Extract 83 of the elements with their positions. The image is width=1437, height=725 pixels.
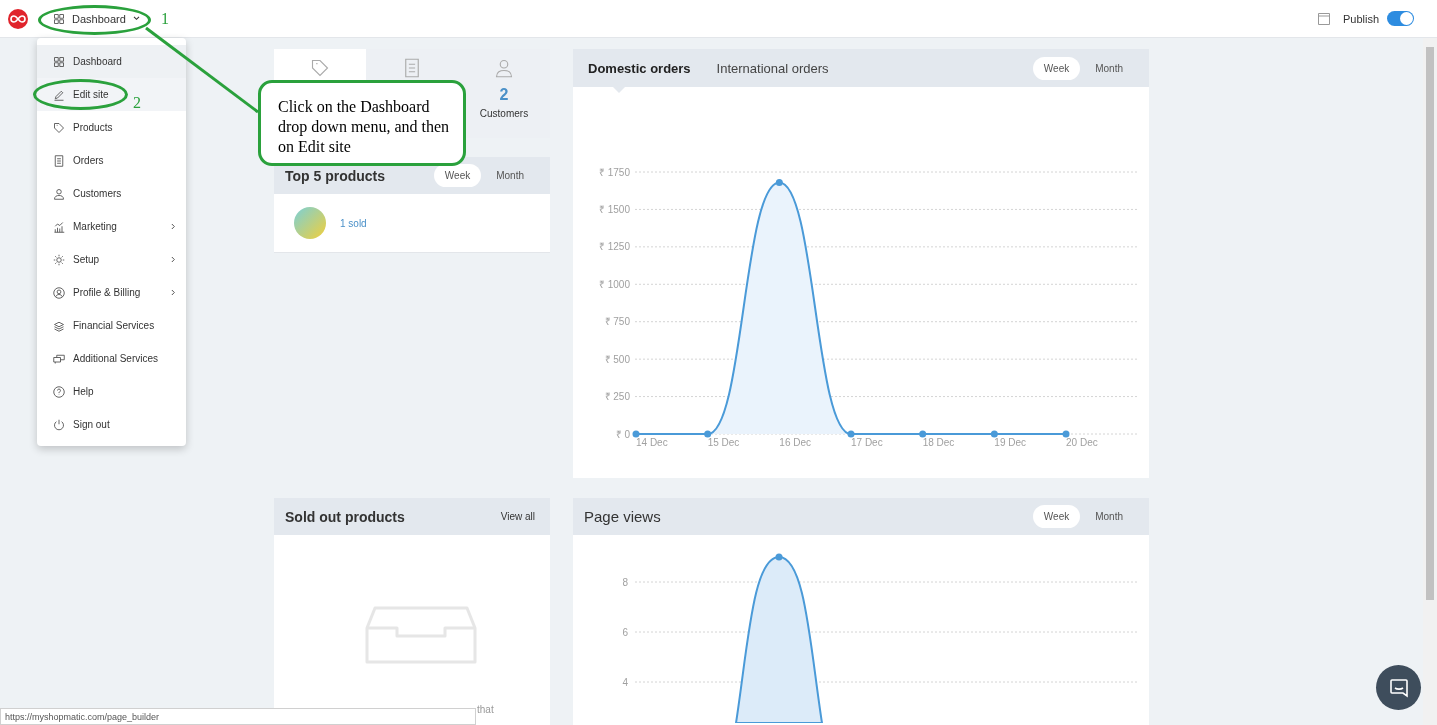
sold-link[interactable]: 1 sold xyxy=(340,217,367,229)
publish-label: Publish xyxy=(1342,12,1379,25)
menu-item[interactable]: Profile & Billing xyxy=(37,276,186,309)
menu-item[interactable]: Help xyxy=(37,375,186,408)
stat-label: Customers xyxy=(479,108,529,119)
status-url: https://myshopmatic.com/page_builder xyxy=(0,708,476,725)
chart-point xyxy=(847,430,855,438)
caret-icon xyxy=(132,16,140,21)
stack-icon xyxy=(53,319,65,332)
axis-label: 20 Dec xyxy=(1066,437,1098,448)
axis-label: 18 Dec xyxy=(922,437,955,448)
chat-icon xyxy=(1388,677,1409,698)
chat-button[interactable] xyxy=(1376,665,1421,710)
axis-label: ₹ 1000 xyxy=(598,278,630,290)
axis-label: ₹ 1750 xyxy=(598,166,630,178)
tag-icon xyxy=(310,58,330,78)
axis-label: 19 Dec xyxy=(994,437,1027,448)
period-tab[interactable]: Month xyxy=(485,164,535,187)
period-tab[interactable]: Month xyxy=(1084,505,1134,528)
scrollbar-drawing[interactable] xyxy=(1423,38,1437,725)
axis-label: ₹ 750 xyxy=(604,316,630,328)
layout-icon[interactable] xyxy=(1317,12,1330,25)
chart-point xyxy=(775,179,783,186)
axis-label: ₹ 1500 xyxy=(598,203,630,215)
callout-tooltip: Click on the Dashboard drop down menu, and then on Edit site xyxy=(258,80,466,166)
chart-point xyxy=(990,430,998,438)
pencil-icon xyxy=(53,88,65,101)
axis-label: 17 Dec xyxy=(851,437,883,448)
menu-item[interactable]: Additional Services xyxy=(37,342,186,375)
chart-point xyxy=(919,430,927,438)
card-title: Page views xyxy=(584,508,661,525)
period-tab[interactable]: Week xyxy=(433,164,482,187)
menu-item[interactable]: Sign out xyxy=(37,408,186,441)
axis-label: ₹ 500 xyxy=(604,353,630,365)
chart-point xyxy=(632,430,640,438)
person-icon xyxy=(53,187,65,200)
logo-icon[interactable] xyxy=(8,8,28,29)
person-icon xyxy=(494,58,514,78)
step-number: 1 xyxy=(161,10,169,28)
document-icon xyxy=(402,58,422,78)
period-tab[interactable]: Week xyxy=(1032,56,1081,80)
menu-item[interactable]: Orders xyxy=(37,144,186,177)
stat-value: 2 xyxy=(499,86,509,104)
services-icon xyxy=(53,352,65,365)
card-title: Sold out products xyxy=(285,508,405,525)
chart-point xyxy=(704,430,712,438)
card-title: Top 5 products xyxy=(285,167,386,184)
view-all-link[interactable]: View all xyxy=(500,511,535,522)
stat-tile[interactable]: 2 Customers xyxy=(458,49,550,138)
axis-label: ₹ 1250 xyxy=(598,241,630,253)
empty-message: that xyxy=(477,704,494,715)
menu-item[interactable]: Setup xyxy=(37,243,186,276)
power-icon xyxy=(53,418,65,431)
orders-tab[interactable]: International orders xyxy=(716,60,829,76)
menu-item[interactable]: Products xyxy=(37,111,186,144)
axis-label: ₹ 250 xyxy=(604,391,630,403)
publish-toggle[interactable] xyxy=(1387,11,1414,26)
orders-tab[interactable]: Domestic orders xyxy=(588,60,691,76)
axis-label: 6 xyxy=(622,626,628,638)
step-number: 2 xyxy=(133,94,141,112)
tag-icon xyxy=(53,121,65,134)
chart-icon xyxy=(53,220,65,233)
menu-item[interactable]: Marketing xyxy=(37,210,186,243)
grid-icon xyxy=(53,12,65,25)
menu-item[interactable]: Dashboard xyxy=(37,45,186,78)
axis-label: 16 Dec xyxy=(779,437,812,448)
axis-label: 4 xyxy=(622,676,628,688)
photo-placeholder xyxy=(294,207,326,239)
document-icon xyxy=(53,154,65,167)
axis-label: ₹ 0 xyxy=(615,428,630,440)
empty-tray-icon xyxy=(365,606,477,664)
settings-icon xyxy=(53,253,65,266)
axis-label: 8 xyxy=(622,576,628,588)
period-tab[interactable]: Week xyxy=(1032,505,1081,528)
chart-point xyxy=(1062,430,1070,438)
period-tab[interactable]: Month xyxy=(1084,56,1134,80)
axis-label: 15 Dec xyxy=(707,437,740,448)
dashboard-dropdown-menu[interactable]: Dashboard xyxy=(25,8,148,29)
grid-icon xyxy=(53,55,65,68)
menu-item[interactable]: Financial Services xyxy=(37,309,186,342)
axis-label: 14 Dec xyxy=(636,437,668,448)
menu-item[interactable]: Customers xyxy=(37,177,186,210)
help-icon xyxy=(53,385,65,398)
